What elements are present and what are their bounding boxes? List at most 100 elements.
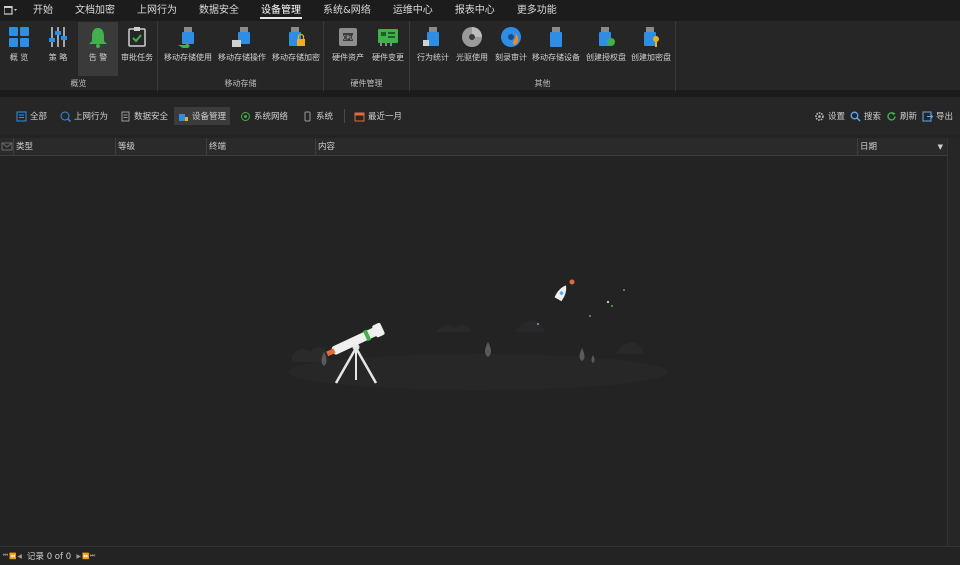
usb-lock-icon: [289, 27, 305, 46]
menu-item-1[interactable]: 文档加密: [64, 0, 126, 21]
ribbon-group-label: 其他: [534, 79, 551, 88]
policy-button[interactable]: 策 略: [40, 22, 76, 76]
alert-button[interactable]: 告 警: [78, 22, 118, 76]
prev-page-group-icon[interactable]: ⏪: [9, 553, 16, 560]
usb-operate-label: 移动存储操作: [218, 53, 266, 62]
cpu-icon: CPU: [339, 28, 357, 46]
menu-item-8[interactable]: 更多功能: [506, 0, 568, 21]
alert-label: 告 警: [88, 53, 108, 62]
prev-page-icon[interactable]: ◀: [16, 553, 23, 560]
star-dot: [611, 305, 613, 307]
refresh-button[interactable]: 刷新: [882, 107, 921, 125]
usb-device-button[interactable]: 移动存储设备: [530, 22, 582, 76]
next-page-icon[interactable]: ▶: [75, 553, 82, 560]
phone-icon: [304, 111, 311, 121]
approval-task-label: 审批任务: [121, 53, 153, 62]
vertical-scrollbar[interactable]: [947, 138, 960, 548]
approval-task-button[interactable]: 审批任务: [118, 22, 156, 76]
app-menu-button[interactable]: [0, 0, 22, 21]
menu-item-7[interactable]: 报表中心: [444, 0, 506, 21]
usb-use-button[interactable]: 移动存储使用: [162, 22, 214, 76]
search-button[interactable]: 搜索: [846, 107, 885, 125]
network-icon: [241, 111, 250, 121]
period-label: 最近一月: [368, 112, 403, 122]
calendar-icon: [354, 112, 365, 121]
optical-drive-button[interactable]: 光驱使用: [453, 22, 491, 76]
behavior-stats-button[interactable]: 行为统计: [414, 22, 452, 76]
search-icon: [850, 111, 861, 122]
period-selector[interactable]: 最近一月: [350, 107, 406, 125]
ribbon: 概 览 策 略 告 警 审批任务 概览 移动存储使用 移动存储操作 移动存储加密…: [0, 21, 960, 91]
app-menu-icon: [4, 5, 17, 15]
document-icon: [121, 111, 130, 121]
rocket-icon: [554, 285, 567, 302]
grid-icon: [9, 27, 29, 47]
menu-item-5[interactable]: 系统&网络: [312, 0, 382, 21]
star-dot: [606, 300, 610, 304]
refresh-icon: [887, 111, 896, 120]
filter-all-button[interactable]: 全部: [12, 107, 51, 125]
star-dot: [623, 289, 625, 291]
filter-web-behavior-button[interactable]: 上网行为: [56, 107, 112, 125]
usb-operate-button[interactable]: 移动存储操作: [216, 22, 268, 76]
globe-search-icon: [60, 111, 71, 122]
gear-icon: [815, 111, 824, 121]
next-page-group-icon[interactable]: ⏩: [82, 553, 89, 560]
list-icon: [16, 111, 27, 121]
usb-device-label: 移动存储设备: [532, 53, 580, 62]
tree-right-2: [591, 355, 595, 363]
circuit-board-icon: [378, 29, 398, 46]
planet-dot: [569, 279, 575, 285]
burn-audit-button[interactable]: 刻录审计: [492, 22, 530, 76]
svg-text:CPU: CPU: [343, 36, 354, 42]
create-encrypted-disk-button[interactable]: 创建加密盘: [628, 22, 674, 76]
sort-desc-icon: ▼: [937, 143, 943, 151]
usb-encrypt-button[interactable]: 移动存储加密: [270, 22, 322, 76]
export-button[interactable]: 导出: [918, 107, 957, 125]
create-authorized-disk-label: 创建授权盘: [586, 53, 626, 62]
filter-data-security-label: 数据安全: [134, 112, 169, 122]
filter-device-management-button[interactable]: 设备管理: [174, 107, 231, 125]
filter-system-button[interactable]: 系统: [298, 107, 337, 125]
filter-data-security-button[interactable]: 数据安全: [116, 107, 172, 125]
filter-device-management-label: 设备管理: [192, 112, 227, 122]
menu-item-6[interactable]: 运维中心: [382, 0, 444, 21]
star-dot: [589, 315, 591, 317]
ribbon-group-label: 概览: [70, 79, 87, 88]
overview-label: 概 览: [9, 53, 29, 62]
column-header-type[interactable]: 类型: [14, 138, 116, 156]
star-dot: [537, 323, 539, 325]
bell-icon: [89, 28, 107, 48]
overview-button[interactable]: 概 览: [2, 22, 36, 76]
disc-icon: [462, 27, 482, 47]
menu-item-2[interactable]: 上网行为: [126, 0, 188, 21]
ribbon-group-label: 硬件管理: [350, 79, 383, 88]
hardware-asset-button[interactable]: CPU 硬件资产: [328, 22, 368, 76]
filter-system-network-button[interactable]: 系统网络: [236, 107, 292, 125]
column-header-date[interactable]: 日期 ▼: [858, 138, 947, 156]
settings-button[interactable]: 设置: [810, 107, 849, 125]
filter-web-behavior-label: 上网行为: [74, 112, 109, 122]
record-count: 记录 0 of 0: [27, 552, 72, 562]
burn-audit-label: 刻录审计: [495, 53, 527, 62]
empty-state-illustration: [288, 279, 668, 390]
column-header-date-label: 日期: [860, 142, 878, 152]
hardware-change-button[interactable]: 硬件变更: [368, 22, 408, 76]
menu-item-3[interactable]: 数据安全: [188, 0, 250, 21]
column-header-content[interactable]: 内容: [316, 138, 858, 156]
last-page-icon[interactable]: ⏭: [89, 552, 96, 560]
first-page-icon[interactable]: ⏮: [2, 552, 9, 560]
usb-use-icon: [178, 27, 194, 48]
status-bar: ⏮ ⏪ ◀ 记录 0 of 0 ▶ ⏩ ⏭: [0, 546, 960, 565]
column-header-level[interactable]: 等级: [116, 138, 207, 156]
refresh-label: 刷新: [900, 112, 918, 122]
create-authorized-disk-button[interactable]: 创建授权盘: [584, 22, 628, 76]
menu-item-0[interactable]: 开始: [22, 0, 64, 21]
device-icon: [179, 113, 188, 121]
usb-use-label: 移动存储使用: [164, 53, 212, 62]
row-selector-header[interactable]: [0, 138, 14, 156]
usb-encrypt-label: 移动存储加密: [272, 53, 320, 62]
menu-item-4[interactable]: 设备管理: [250, 0, 312, 21]
table-header: 类型 等级 终端 内容 日期 ▼: [0, 138, 947, 156]
column-header-terminal[interactable]: 终端: [207, 138, 316, 156]
